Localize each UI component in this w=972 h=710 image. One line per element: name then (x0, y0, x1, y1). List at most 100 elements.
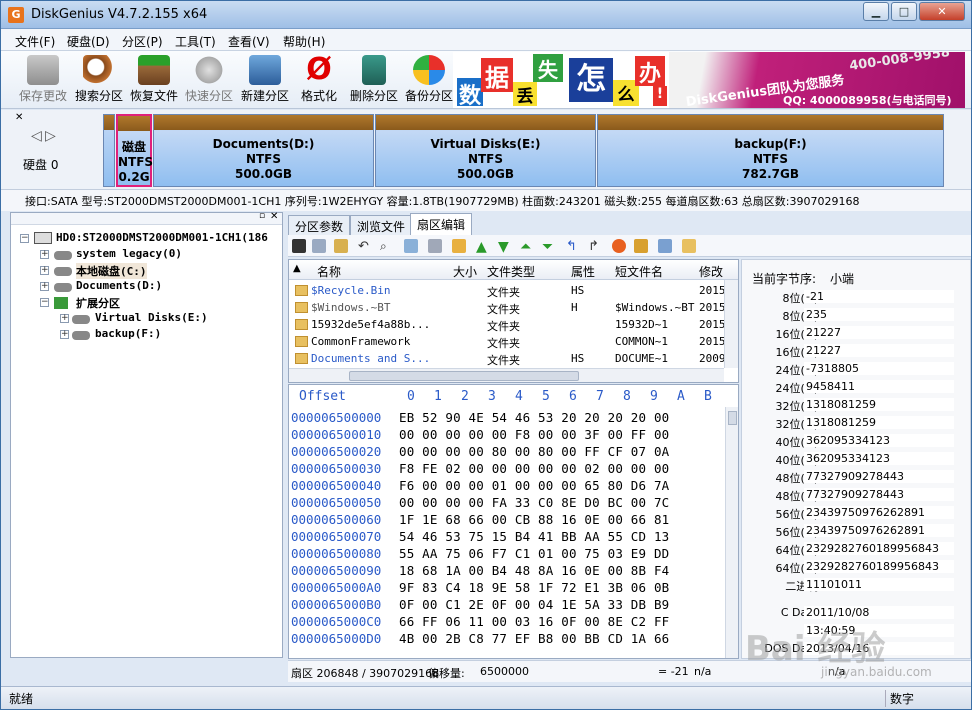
interpreter-value[interactable]: -21 (804, 290, 954, 303)
expand-icon[interactable]: + (60, 314, 69, 323)
collapse-icon[interactable]: − (40, 298, 49, 307)
column-size[interactable]: 大小 (453, 263, 477, 280)
forward-icon[interactable]: ↱ (588, 239, 602, 254)
interpreter-value[interactable]: 2329282760189956843 (804, 542, 954, 555)
hex-editor[interactable]: Offset 0123456789AB 000006500000 EB 52 90… (288, 384, 739, 659)
notes-icon[interactable] (658, 239, 672, 253)
tree-item-virtual-disks-e[interactable]: Virtual Disks(E:) (95, 311, 208, 324)
new-partition-button[interactable]: 新建分区 (237, 53, 293, 107)
hex-row[interactable]: 000006500070 54 46 53 75 15 B4 41 BB AA 5… (289, 529, 725, 546)
save-icon[interactable] (292, 239, 306, 253)
ad-banner[interactable]: 数 据 丢 失 怎 么 办 ! DiskGenius团队为您服务 400-008… (453, 52, 965, 108)
interpreter-value[interactable]: 23439750976262891 (804, 524, 954, 537)
last-sector-icon[interactable]: ⏷ (542, 239, 556, 255)
tree-item-system-legacy[interactable]: system legacy(0) (76, 247, 182, 260)
hex-row[interactable]: 000006500030 F8 FE 02 00 00 00 00 00 02 0… (289, 461, 725, 478)
interpreter-value[interactable]: 235 (804, 308, 954, 321)
interpreter-value[interactable]: 1318081259 (804, 398, 954, 411)
close-button[interactable]: ✕ (919, 2, 965, 21)
file-list-vscroll[interactable] (724, 280, 738, 368)
open-folder-icon[interactable] (682, 239, 696, 253)
save-button[interactable]: 保存更改 (15, 53, 71, 107)
file-list-hscroll[interactable] (289, 368, 724, 382)
file-row[interactable]: CommonFramework 文件夹 COMMON~1 2015 (289, 333, 726, 350)
format-button[interactable]: Ø 格式化 (291, 53, 347, 107)
template-icon[interactable] (634, 239, 648, 253)
column-shortname[interactable]: 短文件名 (615, 263, 663, 280)
column-attr[interactable]: 属性 (571, 263, 595, 280)
tab-sector-editor[interactable]: 扇区编辑 (410, 213, 473, 235)
expand-icon[interactable]: + (40, 282, 49, 291)
close-panel-icon[interactable]: ✕ (15, 112, 23, 123)
find-next-icon[interactable] (404, 239, 418, 253)
delete-partition-button[interactable]: 删除分区 (346, 53, 402, 107)
interpreter-value[interactable]: 21227 (804, 344, 954, 357)
hex-row[interactable]: 000006500060 1F 1E 68 66 00 CB 88 16 0E 0… (289, 512, 725, 529)
partition-backup[interactable]: backup(F:) NTFS 782.7GB (597, 114, 944, 187)
tree-root-disk[interactable]: HD0:ST2000DMST2000DM001-1CH1(186 (56, 231, 268, 244)
file-row[interactable]: 15932de5ef4a88b... 文件夹 15932D~1 2015 (289, 316, 726, 333)
hex-vscroll[interactable] (725, 407, 738, 658)
hex-row[interactable]: 000006500010 00 00 00 00 00 F8 00 00 3F 0… (289, 427, 725, 444)
undo-icon[interactable]: ↶ (358, 239, 372, 254)
down-icon[interactable]: ▼ (498, 239, 512, 255)
first-sector-icon[interactable]: ⏶ (520, 239, 534, 255)
up-icon[interactable]: ▲ (476, 239, 490, 255)
partition-system-legacy[interactable] (103, 114, 115, 187)
menu-tools[interactable]: 工具(T) (175, 33, 216, 50)
paste-icon[interactable] (334, 239, 348, 253)
interpreter-value[interactable]: 23439750976262891 (804, 506, 954, 519)
copy-icon[interactable] (312, 239, 326, 253)
partition-virtual-disks[interactable]: Virtual Disks(E:) NTFS 500.0GB (375, 114, 596, 187)
hex-row[interactable]: 000006500040 F6 00 00 00 01 00 00 00 65 8… (289, 478, 725, 495)
menu-partition[interactable]: 分区(P) (122, 33, 163, 50)
menu-disk[interactable]: 硬盘(D) (67, 33, 110, 50)
hex-row[interactable]: 000006500000 EB 52 90 4E 54 46 53 20 20 2… (289, 410, 725, 427)
sort-up-icon[interactable]: ▲ (293, 263, 301, 274)
expand-icon[interactable]: + (60, 330, 69, 339)
expand-icon[interactable]: + (40, 266, 49, 275)
close-tree-icon[interactable]: ✕ (270, 211, 278, 222)
color-icon[interactable] (612, 239, 626, 253)
interpreter-value[interactable]: 21227 (804, 326, 954, 339)
search-partition-button[interactable]: 搜索分区 (71, 53, 127, 107)
file-row[interactable]: Documents and S... 文件夹 HS DOCUME~1 2009 (289, 350, 726, 367)
title-bar[interactable]: G DiskGenius V4.7.2.155 x64 ▁ □ ✕ (1, 1, 971, 29)
hex-row[interactable]: 0000065000D0 4B 00 2B C8 77 EF B8 00 BB C… (289, 631, 725, 648)
pin-icon[interactable]: ▫ (259, 211, 265, 221)
column-modified[interactable]: 修改 (699, 263, 723, 280)
hex-row[interactable]: 000006500020 00 00 00 00 80 00 80 00 FF C… (289, 444, 725, 461)
find-icon[interactable]: ⌕ (380, 239, 394, 253)
bookmark-icon[interactable] (452, 239, 466, 253)
next-disk-icon[interactable]: ▷ (45, 128, 56, 144)
tab-partition-params[interactable]: 分区参数 (288, 215, 351, 235)
interpreter-value[interactable]: -7318805 (804, 362, 954, 375)
interpreter-value[interactable]: 77327909278443 (804, 470, 954, 483)
tree-item-extended[interactable]: 扩展分区 (76, 295, 120, 311)
partition-selected[interactable]: 磁盘 NTFS 0.2G (116, 114, 153, 187)
collapse-icon[interactable]: − (20, 234, 29, 243)
tab-browse-files[interactable]: 浏览文件 (350, 215, 413, 235)
file-row[interactable]: $Recycle.Bin 文件夹 HS 2015 (289, 282, 726, 299)
interpreter-value[interactable]: 9458411 (804, 380, 954, 393)
hex-row[interactable]: 0000065000A0 9F 83 C4 18 9E 58 1F 72 E1 3… (289, 580, 725, 597)
hex-row[interactable]: 000006500080 55 AA 75 06 F7 C1 01 00 75 0… (289, 546, 725, 563)
hex-row[interactable]: 0000065000B0 0F 00 C1 2E 0F 00 04 1E 5A 3… (289, 597, 725, 614)
interpreter-value[interactable]: 1318081259 (804, 416, 954, 429)
maximize-button[interactable]: □ (891, 2, 917, 21)
file-row[interactable]: $Windows.~BT 文件夹 H $Windows.~BT 2015 (289, 299, 726, 316)
quick-partition-button[interactable]: 快速分区 (181, 53, 237, 107)
tree-item-local-disk-c[interactable]: 本地磁盘(C:) (76, 263, 147, 279)
menu-help[interactable]: 帮助(H) (283, 33, 325, 50)
interpreter-value[interactable]: 2329282760189956843 (804, 560, 954, 573)
interpreter-value[interactable]: 362095334123 (804, 434, 954, 447)
interpreter-value[interactable]: 11101011 (804, 578, 954, 591)
tree-item-backup-f[interactable]: backup(F:) (95, 327, 161, 340)
interpreter-value[interactable]: 362095334123 (804, 452, 954, 465)
expand-icon[interactable]: + (40, 250, 49, 259)
recover-files-button[interactable]: 恢复文件 (126, 53, 182, 107)
backup-partition-button[interactable]: 备份分区 (401, 53, 457, 107)
column-type[interactable]: 文件类型 (487, 263, 535, 280)
tree-item-documents-d[interactable]: Documents(D:) (76, 279, 162, 292)
goto-icon[interactable] (428, 239, 442, 253)
